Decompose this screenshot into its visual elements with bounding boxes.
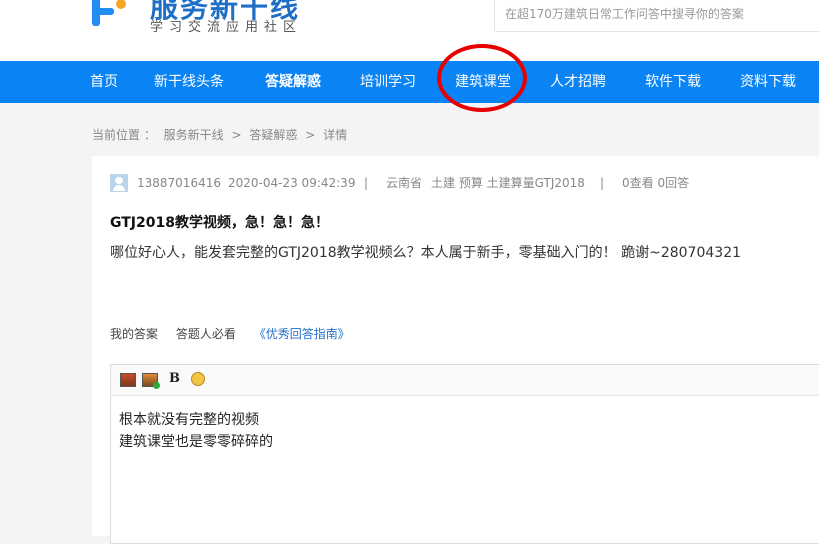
breadcrumb-separator: > — [231, 128, 242, 142]
meta-separator: | — [364, 176, 369, 190]
nav-item-resources[interactable]: 资料下载 — [740, 61, 796, 103]
question-stats: 0查看 0回答 — [622, 176, 690, 190]
search-input[interactable] — [495, 0, 819, 29]
question-card: 13887016416 2020-04-23 09:42:39 | 云南省 土建… — [92, 156, 819, 544]
editor-toolbar: B — [111, 365, 819, 396]
question-tags[interactable]: 土建 预算 土建算量GTJ2018 — [431, 174, 585, 192]
question-body: 哪位好心人，能发套完整的GTJ2018教学视频么？本人属于新手，零基础入门的！ … — [110, 245, 742, 261]
nav-item-building-class[interactable]: 建筑课堂 — [455, 61, 511, 103]
nav-item-training[interactable]: 培训学习 — [360, 61, 416, 103]
bold-button[interactable]: B — [169, 371, 180, 386]
breadcrumb-item-qa[interactable]: 答疑解惑 — [249, 128, 297, 142]
main-nav: 首页 新干线头条 答疑解惑 培训学习 建筑课堂 人才招聘 软件下载 资料下载 — [0, 61, 819, 103]
site-header: 服务新干线 学习交流应用社区 — [0, 0, 819, 61]
avatar-icon[interactable] — [110, 174, 128, 192]
breadcrumb-item-current: 详情 — [323, 128, 348, 142]
nav-item-software[interactable]: 软件下载 — [645, 61, 701, 103]
tab-answerer-must-read: 答题人必看 — [175, 327, 236, 341]
answer-editor[interactable]: B 根本就没有完整的视频 建筑课堂也是零零碎碎的 — [110, 364, 819, 544]
answer-guide-link[interactable]: 《优秀回答指南》 — [254, 327, 350, 341]
editor-content[interactable]: 根本就没有完整的视频 建筑课堂也是零零碎碎的 — [119, 409, 273, 453]
logo-subtitle: 学习交流应用社区 — [150, 20, 303, 35]
tab-my-answer[interactable]: 我的答案 — [110, 327, 158, 341]
breadcrumb-item-home[interactable]: 服务新干线 — [164, 128, 224, 142]
nav-item-home[interactable]: 首页 — [90, 61, 118, 103]
question-location: 云南省 — [386, 176, 423, 190]
insert-image-icon[interactable] — [120, 373, 136, 387]
breadcrumb-prefix: 当前位置 ： — [92, 128, 156, 142]
nav-item-headlines[interactable]: 新干线头条 — [154, 61, 224, 103]
meta-separator: | — [600, 176, 605, 190]
nav-item-qa[interactable]: 答疑解惑 — [265, 61, 321, 103]
upload-image-icon[interactable] — [142, 373, 160, 389]
question-user[interactable]: 13887016416 — [137, 174, 221, 192]
breadcrumb-separator: > — [305, 128, 316, 142]
question-title: GTJ2018教学视频，急！急！急！ — [110, 215, 329, 231]
breadcrumb: 当前位置 ： 服务新干线 > 答疑解惑 > 详情 — [92, 126, 351, 143]
search-box[interactable] — [494, 0, 819, 32]
emoji-icon[interactable] — [191, 372, 205, 386]
nav-item-jobs[interactable]: 人才招聘 — [550, 61, 606, 103]
editor-line: 建筑课堂也是零零碎碎的 — [119, 434, 273, 450]
answer-tabs: 我的答案 答题人必看 《优秀回答指南》 — [110, 325, 364, 342]
logo-icon[interactable] — [88, 0, 128, 30]
editor-line: 根本就没有完整的视频 — [119, 412, 259, 428]
question-datetime: 2020-04-23 09:42:39 — [228, 176, 356, 190]
